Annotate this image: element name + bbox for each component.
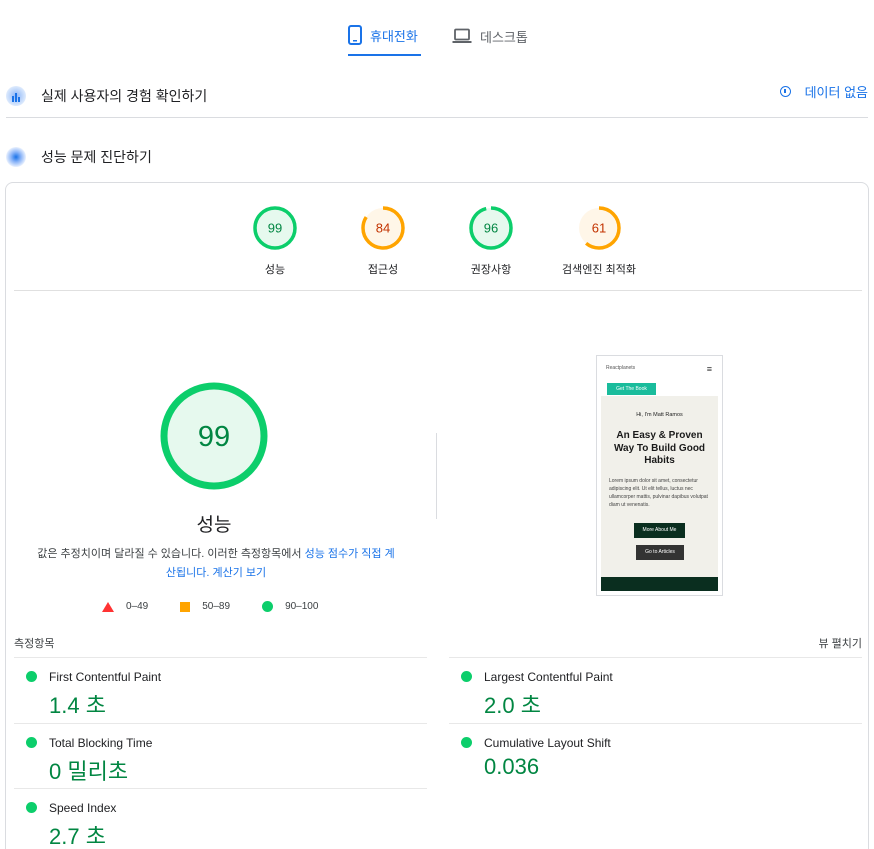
pass-circle-icon: [461, 671, 472, 682]
gauge-score: 99: [268, 221, 282, 236]
legend-fail-label: 0–49: [126, 601, 149, 612]
tab-mobile-label: 휴대전화: [370, 28, 418, 44]
performance-title: 성능: [196, 515, 232, 536]
gauge-label: 성능: [264, 264, 286, 276]
gauge-label: 접근성: [367, 264, 399, 276]
legend-pass: 90–100: [262, 601, 318, 612]
device-tabs: 휴대전화 데스크톱: [0, 16, 874, 56]
triangle-icon: [102, 601, 114, 612]
gauge-label: 권장사항: [470, 264, 512, 276]
pass-circle-icon: [26, 671, 37, 682]
preview-footer: [601, 577, 718, 591]
tab-mobile[interactable]: 휴대전화: [348, 16, 421, 56]
tab-desktop[interactable]: 데스크톱: [452, 16, 532, 56]
metric-lcp: Largest Contentful Paint 2.0 초: [449, 657, 862, 723]
gauge-seo[interactable]: 61 검색엔진 최적화: [544, 205, 654, 277]
gauge-score: 96: [484, 221, 498, 236]
metric-name: First Contentful Paint: [49, 670, 162, 684]
pass-circle-icon: [26, 737, 37, 748]
phone-icon: [348, 25, 362, 45]
preview-headline: An Easy & Proven Way To Build Good Habit…: [613, 430, 706, 466]
page-screenshot-preview[interactable]: Reactplanets ≡ Get The Book Hi, I'm Matt…: [596, 355, 723, 596]
gauge-performance[interactable]: 99 성능: [220, 205, 330, 277]
tab-desktop-label: 데스크톱: [480, 29, 528, 45]
metric-value: 0.036: [484, 754, 540, 779]
no-data-link[interactable]: 데이터 없음: [779, 82, 868, 101]
preview-logo: Reactplanets: [606, 365, 636, 371]
legend-fail: 0–49: [102, 601, 148, 612]
metric-fcp: First Contentful Paint 1.4 초: [14, 657, 427, 723]
metrics-title: 측정항목: [14, 638, 55, 650]
preview-secondary-button: Go to Articles: [636, 545, 684, 560]
score-legend: 0–49 50–89 90–100: [102, 601, 350, 612]
metric-name: Cumulative Layout Shift: [484, 736, 611, 750]
gauge-score: 61: [592, 221, 606, 236]
metric-value: 1.4 초: [49, 693, 106, 718]
diagnose-icon: [6, 147, 26, 167]
field-data-title: 실제 사용자의 경험 확인하기: [41, 87, 208, 104]
expand-view-toggle[interactable]: 뷰 펼치기: [818, 635, 862, 651]
square-icon: [180, 601, 191, 612]
gauge-score: 84: [376, 221, 390, 236]
no-data-label: 데이터 없음: [804, 85, 868, 100]
legend-average-label: 50–89: [202, 601, 231, 612]
divider: [14, 290, 862, 291]
lab-data-header: 성능 문제 진단하기: [6, 140, 868, 174]
metric-name: Largest Contentful Paint: [484, 670, 613, 684]
gauge-best-practices[interactable]: 96 권장사항: [436, 205, 546, 277]
metric-value: 2.7 초: [49, 824, 106, 849]
metric-name: Total Blocking Time: [49, 736, 153, 750]
lab-data-title: 성능 문제 진단하기: [41, 149, 152, 165]
hamburger-icon: ≡: [706, 364, 712, 374]
preview-cta-button: Get The Book: [607, 383, 656, 395]
laptop-icon: [452, 28, 472, 44]
metric-cls: Cumulative Layout Shift 0.036: [449, 723, 862, 789]
performance-description: 값은 추정치이며 달라질 수 있습니다. 이러한 측정항목에서 성능 점수가 직…: [36, 545, 396, 583]
performance-gauge-large: 99: [159, 381, 269, 491]
preview-primary-button: More About Me: [634, 523, 685, 538]
preview-hero: Hi, I'm Matt Ramos An Easy & Proven Way …: [601, 396, 718, 579]
metrics-header: 측정항목 뷰 펼치기: [14, 635, 862, 651]
metric-speed-index: Speed Index 2.7 초: [14, 788, 427, 849]
metric-tbt: Total Blocking Time 0 밀리초: [14, 723, 427, 789]
preview-body-text: Lorem ipsum dolor sit amet, consectetur …: [609, 478, 708, 508]
gauge-accessibility[interactable]: 84 접근성: [328, 205, 438, 277]
performance-score: 99: [198, 421, 230, 453]
metric-value: 2.0 초: [484, 693, 541, 718]
circle-icon: [262, 601, 274, 612]
calculator-link[interactable]: 계산기 보기: [212, 567, 266, 579]
legend-average: 50–89: [180, 601, 230, 612]
field-data-header: 실제 사용자의 경험 확인하기 데이터 없음: [6, 74, 868, 118]
legend-pass-label: 90–100: [285, 601, 319, 612]
description-text: 값은 추정치이며 달라질 수 있습니다. 이러한 측정항목에서: [37, 548, 305, 560]
metric-name: Speed Index: [49, 801, 117, 815]
info-icon: [779, 86, 791, 97]
field-data-icon: [6, 85, 26, 106]
vertical-divider: [436, 433, 437, 519]
gauge-label: 검색엔진 최적화: [562, 264, 636, 276]
preview-greeting: Hi, I'm Matt Ramos: [636, 412, 683, 418]
report-card: 99 성능 84 접근성 96 권장사항 61 검색엔진 최적화 99 성능 값…: [5, 182, 869, 849]
pass-circle-icon: [461, 737, 472, 748]
pass-circle-icon: [26, 802, 37, 813]
category-gauges: 99 성능 84 접근성 96 권장사항 61 검색엔진 최적화: [6, 205, 868, 291]
metric-value: 0 밀리초: [49, 759, 129, 784]
